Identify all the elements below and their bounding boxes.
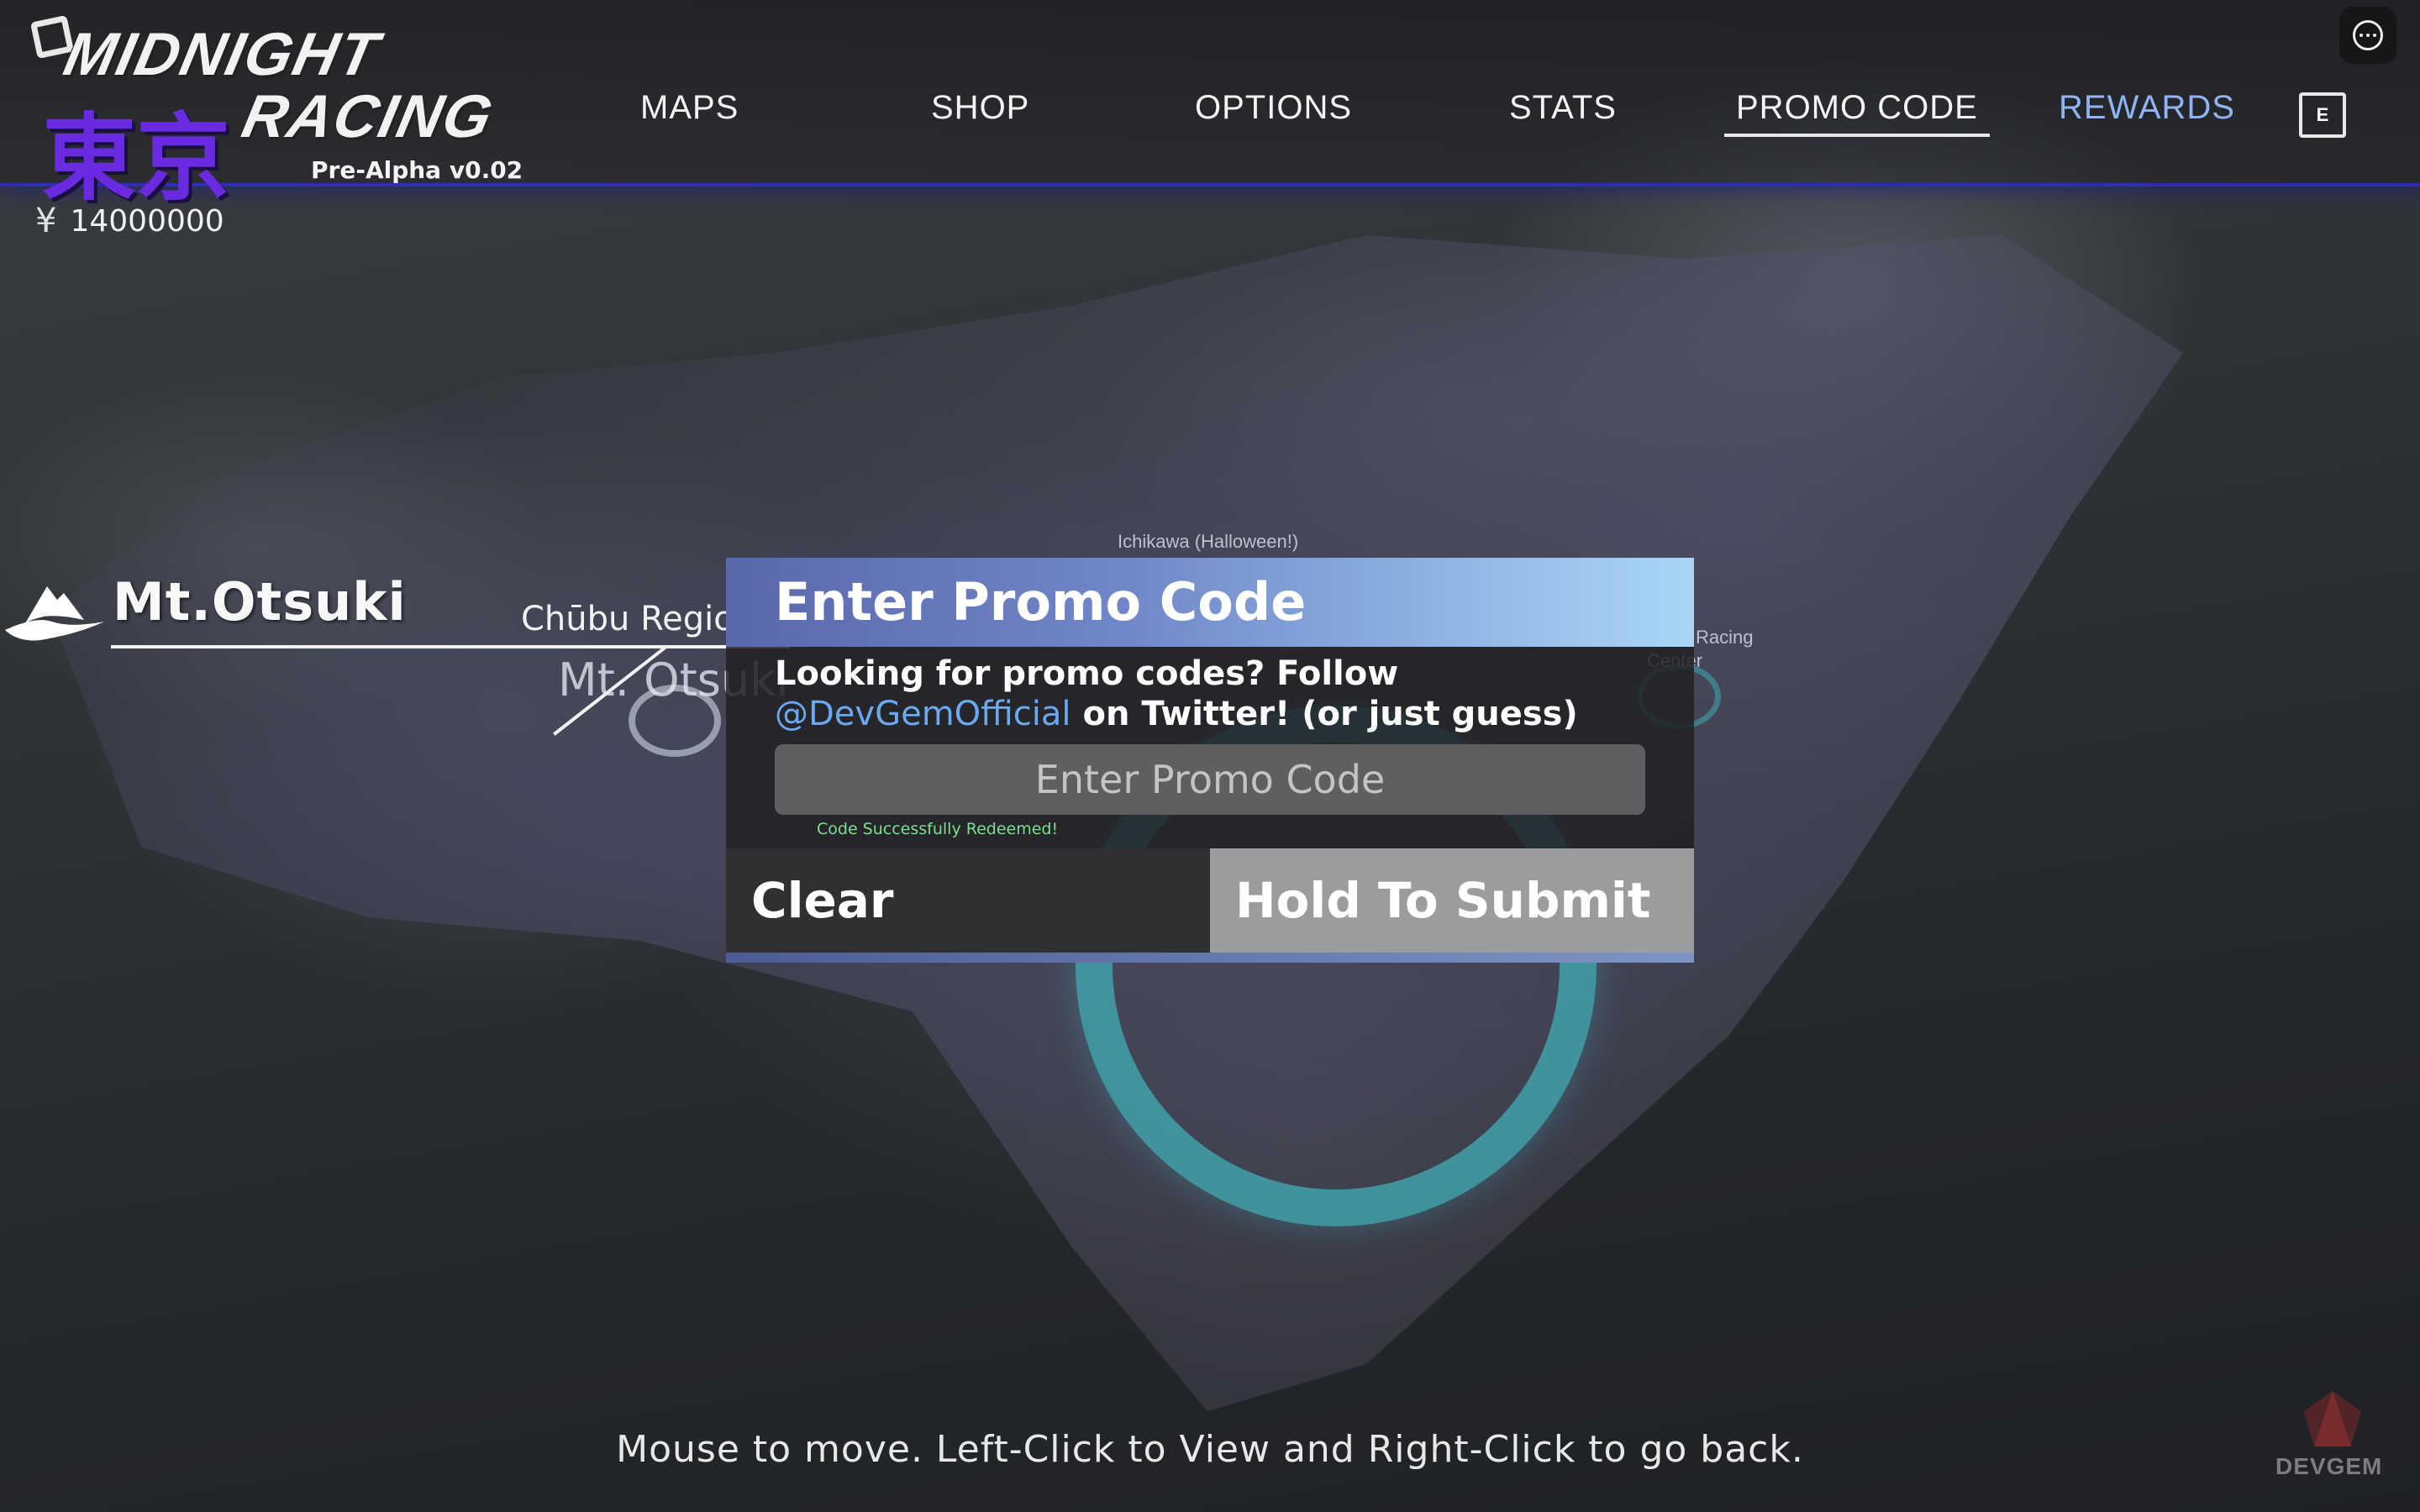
currency-display: ¥ 14000000	[35, 202, 224, 240]
description-text-suffix: on Twitter! (or just guess)	[1071, 695, 1578, 733]
watermark-text: DEVGEM	[2275, 1453, 2383, 1479]
modal-title: Enter Promo Code	[775, 571, 1307, 633]
devgem-watermark: DEVGEM	[2269, 1386, 2403, 1487]
yen-icon: ¥	[35, 202, 57, 240]
logo-text-kanji: 東京	[42, 104, 230, 213]
hold-to-submit-button[interactable]: Hold To Submit	[1210, 848, 1694, 953]
keybind-e-hint[interactable]: E	[2299, 92, 2346, 138]
mountain-icon	[5, 586, 104, 641]
nav-options[interactable]: OPTIONS	[1195, 89, 1352, 127]
location-region: Chūbu Region	[521, 600, 756, 638]
promo-code-modal: Enter Promo Code Looking for promo codes…	[726, 558, 1694, 963]
ellipsis-icon	[2353, 20, 2383, 50]
modal-description: Looking for promo codes? Follow @DevGemO…	[775, 654, 1665, 734]
nav-rewards[interactable]: REWARDS	[2059, 89, 2235, 127]
map-label-racing: Racing	[1696, 627, 1754, 648]
location-underline	[111, 645, 790, 648]
nav-shop[interactable]: SHOP	[931, 89, 1029, 127]
modal-footer-bar	[726, 953, 1694, 963]
description-text: Looking for promo codes? Follow	[775, 654, 1399, 693]
map-label-ichikawa: Ichikawa (Halloween!)	[1118, 531, 1299, 552]
currency-amount: 14000000	[70, 203, 224, 239]
twitter-handle-link[interactable]: @DevGemOfficial	[775, 695, 1071, 733]
modal-header: Enter Promo Code	[726, 558, 1694, 647]
logo-text-racing: RACING	[236, 83, 500, 150]
more-options-button[interactable]	[2339, 7, 2396, 64]
location-name: Mt.Otsuki	[113, 571, 407, 633]
nav-promo-code[interactable]: PROMO CODE	[1724, 89, 1990, 137]
logo-text-midnight: MIDNIGHT	[58, 21, 386, 88]
redeem-status-message: Code Successfully Redeemed!	[817, 820, 1059, 838]
devgem-logo-icon	[2304, 1391, 2361, 1446]
nav-maps[interactable]: MAPS	[640, 89, 739, 127]
version-label: Pre-Alpha v0.02	[311, 156, 523, 184]
clear-button[interactable]: Clear	[726, 848, 1210, 953]
promo-code-input[interactable]	[775, 744, 1645, 815]
controls-hint: Mouse to move. Left-Click to View and Ri…	[616, 1428, 1804, 1471]
nav-stats[interactable]: STATS	[1509, 89, 1617, 127]
game-logo: MIDNIGHT 東京 RACING Pre-Alpha v0.02	[25, 8, 580, 213]
